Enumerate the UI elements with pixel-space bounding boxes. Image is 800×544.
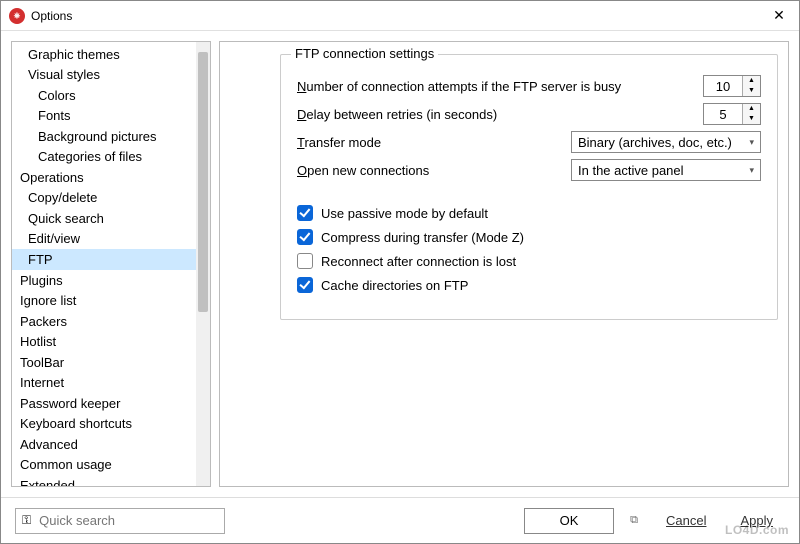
checkbox-label: Compress during transfer (Mode Z): [321, 230, 524, 245]
quick-search-input[interactable]: [37, 512, 218, 529]
transfer-mode-select[interactable]: Binary (archives, doc, etc.) ▾: [571, 131, 761, 153]
footer: ⚿ OK ⧉ Cancel Apply: [1, 497, 799, 543]
open-label: Open new connections: [297, 163, 559, 178]
window-title: Options: [31, 9, 759, 23]
check-row: Reconnect after connection is lost: [297, 253, 761, 269]
delay-spinner[interactable]: ▲ ▼: [703, 103, 761, 125]
checkbox[interactable]: [297, 205, 313, 221]
ftp-group: FTP connection settings Number of connec…: [280, 54, 778, 320]
delay-input[interactable]: [704, 107, 742, 122]
delay-label: Delay between retries (in seconds): [297, 107, 691, 122]
sidebar-item-password-keeper[interactable]: Password keeper: [12, 393, 196, 414]
sidebar-item-graphic-themes[interactable]: Graphic themes: [12, 44, 196, 65]
attempts-input[interactable]: [704, 79, 742, 94]
options-window: ⎈ Options ✕ Graphic themesVisual stylesC…: [0, 0, 800, 544]
titlebar: ⎈ Options ✕: [1, 1, 799, 31]
checkbox-label: Use passive mode by default: [321, 206, 488, 221]
sidebar-item-visual-styles[interactable]: Visual styles: [12, 65, 196, 86]
sidebar-item-common-usage[interactable]: Common usage: [12, 455, 196, 476]
sidebar-item-advanced[interactable]: Advanced: [12, 434, 196, 455]
row-transfer: Transfer mode Binary (archives, doc, etc…: [297, 131, 761, 153]
sidebar-item-keyboard-shortcuts[interactable]: Keyboard shortcuts: [12, 414, 196, 435]
sidebar-item-copy-delete[interactable]: Copy/delete: [12, 188, 196, 209]
sidebar-item-internet[interactable]: Internet: [12, 373, 196, 394]
sidebar-wrap: Graphic themesVisual stylesColorsFontsBa…: [11, 41, 211, 487]
sidebar-item-packers[interactable]: Packers: [12, 311, 196, 332]
sidebar-item-plugins[interactable]: Plugins: [12, 270, 196, 291]
transfer-mode-value: Binary (archives, doc, etc.): [578, 135, 732, 150]
app-icon: ⎈: [9, 8, 25, 24]
sidebar-item-ftp[interactable]: FTP: [12, 249, 196, 270]
popout-icon[interactable]: ⧉: [624, 511, 644, 531]
checkbox[interactable]: [297, 229, 313, 245]
cancel-button[interactable]: Cancel: [654, 513, 718, 528]
category-tree[interactable]: Graphic themesVisual stylesColorsFontsBa…: [12, 42, 196, 486]
body: Graphic themesVisual stylesColorsFontsBa…: [1, 31, 799, 497]
sidebar-scrollbar[interactable]: [196, 42, 210, 486]
close-button[interactable]: ✕: [759, 1, 799, 31]
delay-down[interactable]: ▼: [743, 114, 760, 124]
checkbox-label: Cache directories on FTP: [321, 278, 468, 293]
key-icon: ⚿: [22, 513, 31, 528]
scrollbar-thumb[interactable]: [198, 52, 208, 312]
sidebar-item-categories-of-files[interactable]: Categories of files: [12, 147, 196, 168]
checkbox-label: Reconnect after connection is lost: [321, 254, 516, 269]
open-connections-value: In the active panel: [578, 163, 684, 178]
group-title: FTP connection settings: [291, 46, 438, 61]
apply-button[interactable]: Apply: [728, 513, 785, 528]
settings-panel: FTP connection settings Number of connec…: [219, 41, 789, 487]
row-attempts: Number of connection attempts if the FTP…: [297, 75, 761, 97]
attempts-spinner[interactable]: ▲ ▼: [703, 75, 761, 97]
sidebar-item-hotlist[interactable]: Hotlist: [12, 332, 196, 353]
quick-search-box[interactable]: ⚿: [15, 508, 225, 534]
checkbox-list: Use passive mode by default Compress duri…: [297, 205, 761, 293]
checkbox[interactable]: [297, 253, 313, 269]
open-connections-select[interactable]: In the active panel ▾: [571, 159, 761, 181]
row-open: Open new connections In the active panel…: [297, 159, 761, 181]
sidebar-item-extended[interactable]: Extended: [12, 475, 196, 486]
transfer-label: Transfer mode: [297, 135, 559, 150]
sidebar-item-operations[interactable]: Operations: [12, 167, 196, 188]
sidebar-item-fonts[interactable]: Fonts: [12, 106, 196, 127]
check-row: Cache directories on FTP: [297, 277, 761, 293]
row-delay: Delay between retries (in seconds) ▲ ▼: [297, 103, 761, 125]
sidebar-item-edit-view[interactable]: Edit/view: [12, 229, 196, 250]
chevron-down-icon: ▾: [749, 165, 754, 176]
sidebar-item-toolbar[interactable]: ToolBar: [12, 352, 196, 373]
delay-up[interactable]: ▲: [743, 104, 760, 114]
sidebar-item-colors[interactable]: Colors: [12, 85, 196, 106]
attempts-up[interactable]: ▲: [743, 76, 760, 86]
attempts-label: Number of connection attempts if the FTP…: [297, 79, 691, 94]
sidebar-item-quick-search[interactable]: Quick search: [12, 208, 196, 229]
checkbox[interactable]: [297, 277, 313, 293]
sidebar-item-background-pictures[interactable]: Background pictures: [12, 126, 196, 147]
chevron-down-icon: ▾: [749, 137, 754, 148]
check-row: Use passive mode by default: [297, 205, 761, 221]
ok-button[interactable]: OK: [524, 508, 614, 534]
sidebar-item-ignore-list[interactable]: Ignore list: [12, 291, 196, 312]
check-row: Compress during transfer (Mode Z): [297, 229, 761, 245]
attempts-down[interactable]: ▼: [743, 86, 760, 96]
